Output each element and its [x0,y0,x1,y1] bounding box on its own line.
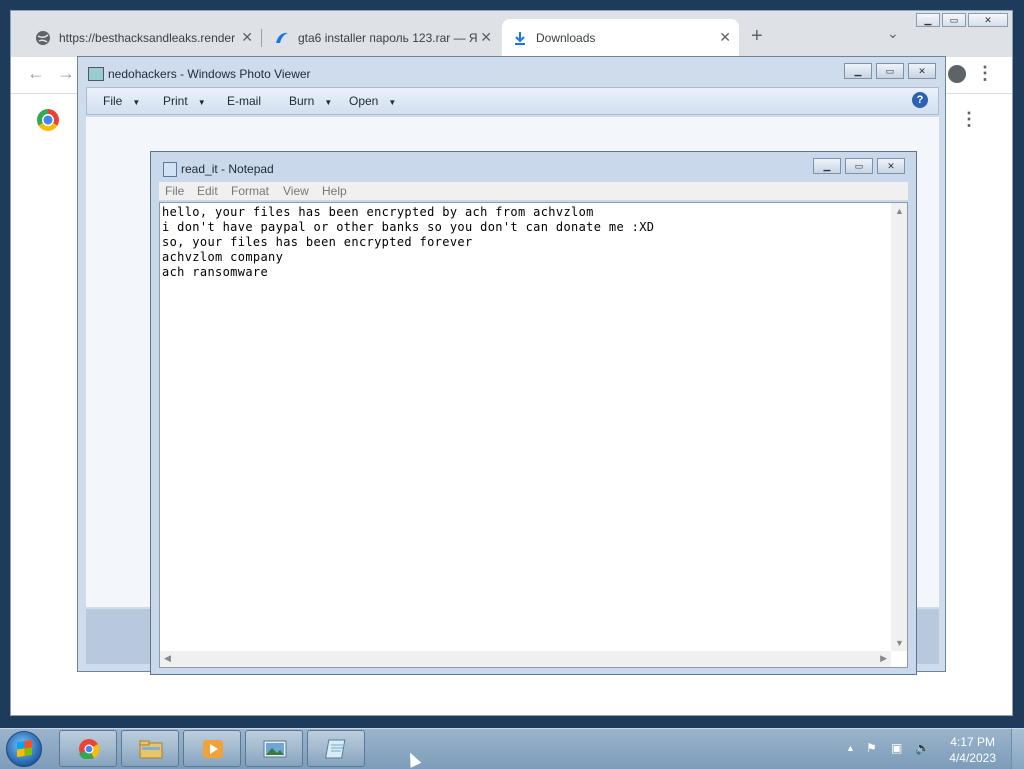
notepad-window: read_it - Notepad ▁ ▭ ✕ File Edit Format… [150,151,917,675]
menu-label: Burn [289,94,315,108]
menu-file[interactable]: File [165,184,184,198]
tab-besthacks[interactable]: https://besthacksandleaks.render ✕ [25,19,262,57]
scroll-down-icon[interactable]: ▼ [895,638,904,648]
menu-label: File [103,94,123,108]
tab-title: https://besthacksandleaks.render [59,31,236,45]
tab-title: Downloads [536,31,596,45]
window-controls: ▁ ▭ ✕ [809,158,905,174]
new-tab-button[interactable]: + [751,25,763,48]
clock[interactable]: 4:17 PM 4/4/2023 [949,734,996,766]
vertical-scrollbar[interactable]: ▲ ▼ [891,203,907,651]
close-button[interactable]: ✕ [908,63,936,79]
text-line: ach ransomware [162,265,269,279]
tray-expand-icon[interactable]: ▲ [846,743,855,753]
clock-time: 4:17 PM [950,735,995,749]
menu-file[interactable]: File ▼ [103,94,140,108]
taskbar-explorer-button[interactable] [121,730,179,767]
scroll-up-icon[interactable]: ▲ [895,206,904,216]
page-menu-icon[interactable]: ⋮ [960,109,978,130]
taskbar-media-player-button[interactable] [183,730,241,767]
minimize-button[interactable]: ▁ [916,13,940,27]
photo-viewer-menubar: File ▼ Print ▼ E-mail Burn ▼ Open ▼ ? [86,87,939,115]
more-menu-icon[interactable]: ⋮ [976,63,994,84]
chrome-icon [79,739,100,759]
menu-label: Open [349,94,379,108]
notepad-menubar: File Edit Format View Help [159,182,908,200]
help-icon[interactable]: ? [912,92,928,108]
photo-viewer-icon [263,740,287,758]
taskbar-photo-viewer-button[interactable] [245,730,303,767]
text-line: so, your files has been encrypted foreve… [162,235,473,249]
window-controls: ▁ ▭ ✕ [840,63,936,79]
media-player-icon [203,740,223,758]
back-arrow-icon[interactable]: ← [27,63,45,84]
tab-search-button[interactable]: ⌄ [887,25,899,42]
menu-help[interactable]: Help [322,184,347,198]
notepad-icon [325,739,346,759]
tab-separator [261,29,262,47]
close-tab-icon[interactable]: ✕ [480,29,492,46]
tab-strip: https://besthacksandleaks.render ✕ gta6 … [11,11,1012,57]
volume-muted-icon[interactable]: 🔈 [915,741,930,755]
text-line: hello, your files has been encrypted by … [162,205,594,219]
explorer-icon [139,740,163,759]
profile-avatar-icon[interactable] [948,65,966,83]
maximize-button[interactable]: ▭ [845,158,873,174]
menu-edit[interactable]: Edit [197,184,218,198]
forward-arrow-icon[interactable]: → [57,63,75,84]
tab-gta6-installer[interactable]: gta6 installer пароль 123.rar — Я ✕ [264,19,500,57]
horizontal-scrollbar[interactable]: ◀ ▶ [160,651,891,667]
windows-logo-icon [17,739,32,758]
tab-title: gta6 installer пароль 123.rar — Я [298,31,478,45]
menu-format[interactable]: Format [231,184,269,198]
menu-burn[interactable]: Burn ▼ [289,94,332,108]
minimize-button[interactable]: ▁ [844,63,872,79]
window-title: nedohackers - Windows Photo Viewer [108,67,311,81]
taskbar: ▲ ⚑ ▣ 🔈 4:17 PM 4/4/2023 [0,728,1024,769]
menu-print[interactable]: Print ▼ [163,94,206,108]
scroll-left-icon[interactable]: ◀ [164,653,171,664]
chrome-logo-icon [37,109,59,131]
taskbar-chrome-button[interactable] [59,730,117,767]
start-button[interactable] [6,731,42,767]
globe-icon [35,30,51,46]
text-line: i don't have paypal or other banks so yo… [162,220,655,234]
notepad-text-area[interactable]: hello, your files has been encrypted by … [159,202,908,668]
tab-downloads[interactable]: Downloads ✕ [502,19,739,57]
network-icon[interactable]: ▣ [891,741,902,755]
photo-viewer-icon [88,67,104,81]
close-tab-icon[interactable]: ✕ [241,29,253,46]
menu-label: E-mail [227,94,262,108]
download-cloud-icon [274,30,290,46]
minimize-button[interactable]: ▁ [813,158,841,174]
menu-view[interactable]: View [283,184,309,198]
close-tab-icon[interactable]: ✕ [719,29,731,46]
maximize-button[interactable]: ▭ [876,63,904,79]
chevron-down-icon: ▼ [388,98,397,107]
menu-email[interactable]: E-mail [227,94,261,108]
chevron-down-icon: ▼ [132,98,141,107]
chevron-down-icon: ▼ [197,98,206,107]
action-center-icon[interactable]: ⚑ [866,741,877,755]
download-icon [512,30,528,46]
menu-open[interactable]: Open ▼ [349,94,396,108]
taskbar-notepad-button[interactable] [307,730,365,767]
chevron-down-icon: ▼ [324,98,333,107]
clock-date: 4/4/2023 [949,751,996,765]
close-button[interactable]: ✕ [968,13,1008,27]
window-title: read_it - Notepad [181,162,274,176]
close-button[interactable]: ✕ [877,158,905,174]
text-line: achvzlom company [162,250,284,264]
menu-label: Print [163,94,188,108]
maximize-button[interactable]: ▭ [942,13,966,27]
notepad-icon [163,162,177,177]
show-desktop-button[interactable] [1011,729,1024,769]
scroll-right-icon[interactable]: ▶ [880,653,887,664]
